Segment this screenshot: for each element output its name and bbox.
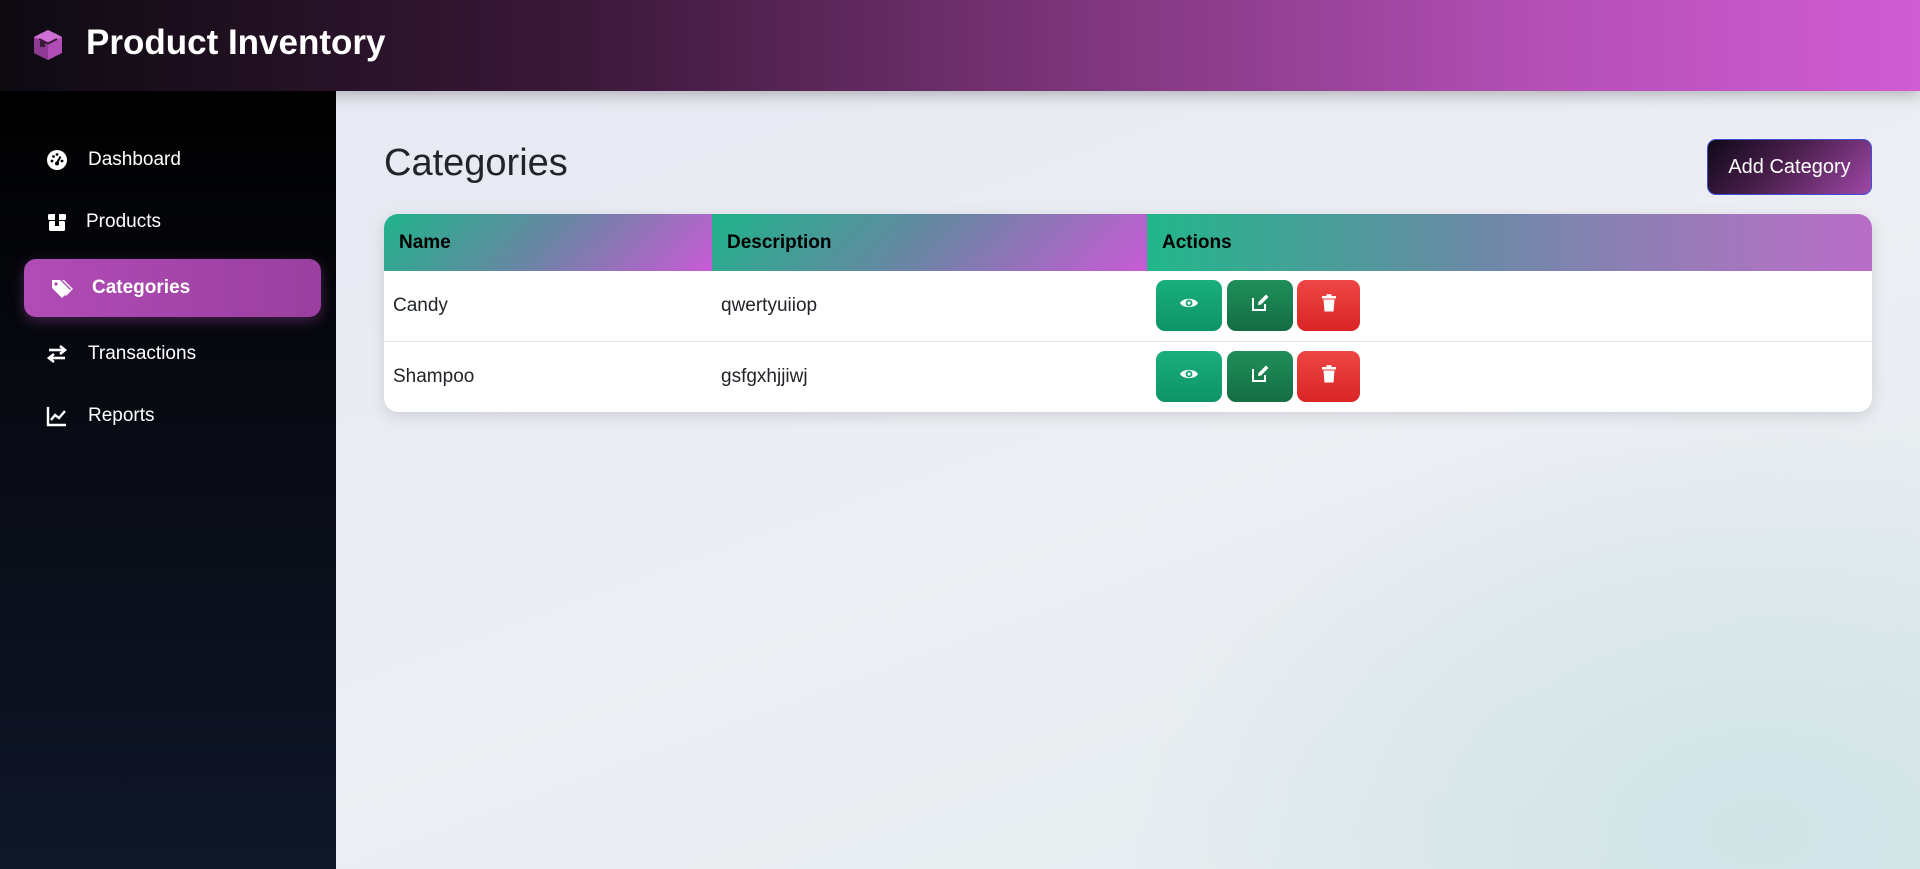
sidebar-item-products[interactable]: Products: [24, 193, 321, 251]
sidebar-item-label: Reports: [88, 405, 155, 426]
add-category-button[interactable]: Add Category: [1707, 139, 1872, 195]
sidebar-item-categories[interactable]: Categories: [24, 259, 321, 317]
eye-icon: [1179, 293, 1199, 318]
sidebar: Dashboard Products Categories Transactio…: [0, 91, 336, 869]
cell-name: Shampoo: [393, 366, 475, 387]
sidebar-item-transactions[interactable]: Transactions: [24, 325, 321, 383]
edit-icon: [1250, 293, 1270, 318]
trash-icon: [1319, 293, 1339, 318]
tags-icon: [50, 277, 73, 299]
cube-icon: [30, 27, 66, 63]
line-chart-icon: [46, 405, 68, 427]
eye-icon: [1179, 364, 1199, 389]
table-header: Name Description Actions: [384, 214, 1872, 271]
box-icon: [46, 211, 68, 233]
column-header-actions: Actions: [1147, 214, 1872, 271]
sidebar-item-dashboard[interactable]: Dashboard: [24, 131, 321, 189]
app-title[interactable]: Product Inventory: [86, 22, 385, 64]
edit-icon: [1250, 364, 1270, 389]
view-button[interactable]: [1156, 280, 1222, 331]
table-row: Shampoo gsfgxhjjiwj: [384, 341, 1872, 411]
sidebar-item-label: Categories: [92, 277, 191, 298]
categories-table: Name Description Actions Candy qwertyuii…: [384, 214, 1872, 412]
column-header-description: Description: [712, 214, 1147, 271]
edit-button[interactable]: [1227, 351, 1293, 402]
exchange-icon: [46, 343, 68, 365]
cell-description: gsfgxhjjiwj: [721, 366, 808, 387]
main-content: Categories Add Category Name Description…: [336, 91, 1920, 869]
sidebar-item-reports[interactable]: Reports: [24, 387, 321, 445]
table-row: Candy qwertyuiiop: [384, 271, 1872, 341]
delete-button[interactable]: [1297, 280, 1360, 331]
gauge-icon: [46, 149, 68, 171]
trash-icon: [1319, 364, 1339, 389]
sidebar-item-label: Transactions: [88, 343, 197, 364]
page-title: Categories: [384, 142, 568, 184]
delete-button[interactable]: [1297, 351, 1360, 402]
top-navbar: Product Inventory: [0, 0, 1920, 91]
edit-button[interactable]: [1227, 280, 1293, 331]
cell-description: qwertyuiiop: [721, 295, 818, 316]
cell-name: Candy: [393, 295, 448, 316]
sidebar-item-label: Dashboard: [88, 149, 181, 170]
view-button[interactable]: [1156, 351, 1222, 402]
sidebar-item-label: Products: [86, 211, 161, 232]
column-header-name: Name: [384, 214, 712, 271]
